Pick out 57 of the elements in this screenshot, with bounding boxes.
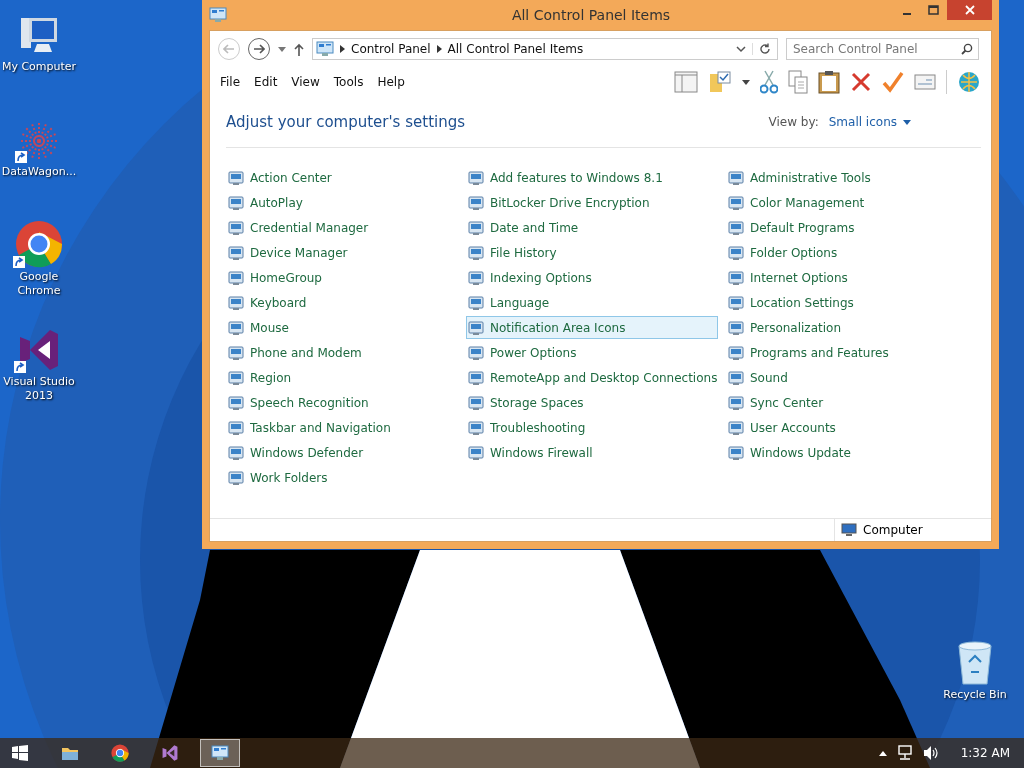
desktop-icon-label[interactable]: Recycle Bin [937,688,1013,702]
address-bar[interactable]: Control Panel All Control Panel Items [312,38,778,60]
control-panel-link[interactable]: Region [226,366,458,389]
control-panel-link[interactable]: Speech Recognition [226,391,458,414]
breadcrumb[interactable]: All Control Panel Items [447,42,584,56]
control-panel-link[interactable]: Mouse [226,316,458,339]
status-text: Computer [863,523,923,537]
menu-item[interactable]: Help [370,75,412,89]
search-field[interactable]: Search Control Panel [786,38,979,60]
desktop-icon-label[interactable]: DataWagon... [1,165,77,179]
control-panel-link[interactable]: HomeGroup [226,266,458,289]
control-panel-link[interactable]: Notification Area Icons [466,316,718,339]
control-panel-link[interactable]: Windows Update [726,441,973,464]
control-panel-link[interactable]: Language [466,291,718,314]
control-panel-link[interactable]: Internet Options [726,266,973,289]
control-panel-link[interactable]: Folder Options [726,241,973,264]
control-panel-link[interactable]: Location Settings [726,291,973,314]
control-panel-link[interactable]: Troubleshooting [466,416,718,439]
control-panel-link[interactable]: Action Center [226,166,458,189]
control-panel-link[interactable]: Keyboard [226,291,458,314]
desktop-icon-label[interactable]: Visual Studio 2013 [1,375,77,403]
control-panel-link[interactable]: Credential Manager [226,216,458,239]
control-panel-link[interactable]: Windows Defender [226,441,458,464]
desktop-icon-label[interactable]: Google Chrome [1,270,77,298]
control-panel-link[interactable]: Color Management [726,191,973,214]
control-panel-link[interactable]: File History [466,241,718,264]
control-panel-link[interactable]: Administrative Tools [726,166,973,189]
control-panel-link[interactable]: Indexing Options [466,266,718,289]
control-panel-link[interactable]: Power Options [466,341,718,364]
control-panel-link[interactable]: Device Manager [226,241,458,264]
view-by-label: View by: [768,115,819,129]
control-panel-link[interactable]: Programs and Features [726,341,973,364]
control-panel-link[interactable]: Default Programs [726,216,973,239]
control-panel-link[interactable]: Windows Firewall [466,441,718,464]
menu-item[interactable]: Tools [326,75,371,89]
menu-item[interactable]: Edit [247,75,285,89]
page-heading: Adjust your computer's settings [226,113,466,131]
menu-item[interactable]: File [220,75,248,89]
breadcrumb[interactable]: Control Panel [351,42,431,56]
clock[interactable]: 1:32 AM [960,746,1010,760]
control-panel-link[interactable]: Add features to Windows 8.1 [466,166,718,189]
menu-item[interactable]: View [284,75,327,89]
control-panel-link[interactable]: Personalization [726,316,973,339]
control-panel-link[interactable]: AutoPlay [226,191,458,214]
desktop-icon-label[interactable]: My Computer [1,60,77,74]
control-panel-link[interactable]: BitLocker Drive Encryption [466,191,718,214]
control-panel-link[interactable]: Storage Spaces [466,391,718,414]
control-panel-link[interactable]: User Accounts [726,416,973,439]
control-panel-link[interactable]: RemoteApp and Desktop Connections [466,366,718,389]
view-by-dropdown[interactable]: Small icons [828,115,911,129]
control-panel-link[interactable]: Sync Center [726,391,973,414]
control-panel-link[interactable]: Sound [726,366,973,389]
control-panel-link[interactable]: Date and Time [466,216,718,239]
control-panel-link[interactable]: Phone and Modem [226,341,458,364]
window-title: All Control Panel Items [510,7,672,23]
control-panel-link[interactable]: Work Folders [226,466,458,489]
control-panel-link[interactable]: Taskbar and Navigation [226,416,458,439]
